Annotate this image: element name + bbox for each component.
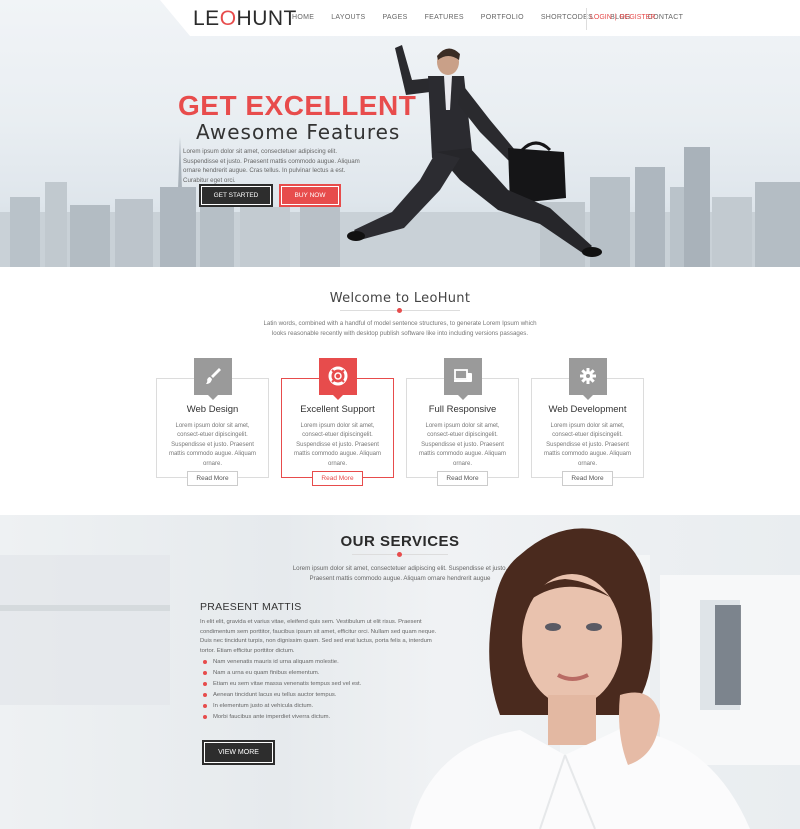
welcome-divider-dot	[397, 308, 402, 313]
auth-separator: |	[614, 14, 617, 21]
nav-item-features[interactable]: FEATURES	[425, 14, 464, 21]
jumping-businessman-image	[347, 45, 602, 257]
lifebuoy-icon	[319, 358, 357, 400]
gear-icon	[569, 358, 607, 400]
list-item: Nam a urna eu quam finibus elementum.	[203, 668, 361, 679]
list-item: Aenean tincidunt lacus eu tellus auctor …	[203, 690, 361, 701]
services-title: OUR SERVICES	[340, 533, 460, 550]
read-more-button[interactable]: Read More	[562, 471, 613, 486]
services-text: Lorem ipsum dolor sit amet, consectetuer…	[292, 565, 508, 582]
feature-title: Full Responsive	[428, 404, 497, 415]
list-item: Morbi faucibus ante imperdiet viverra di…	[203, 712, 361, 723]
service-bullet-list: Nam venenatis mauris id urna aliquam mol…	[203, 657, 361, 722]
feature-text: Lorem ipsum dolor sit amet, consect-etue…	[543, 423, 632, 467]
praesent-mattis-text: In elit elit, gravida et varius vitae, e…	[200, 619, 437, 654]
feature-text: Lorem ipsum dolor sit amet, consect-etue…	[418, 423, 507, 467]
nav-item-pages[interactable]: PAGES	[382, 14, 407, 21]
praesent-mattis-title: PRAESENT MATTIS	[200, 601, 302, 613]
get-started-button[interactable]: GET STARTED	[201, 186, 271, 205]
register-link[interactable]: REGISTER	[620, 14, 656, 21]
read-more-button[interactable]: Read More	[187, 471, 238, 486]
welcome-text: Latin words, combined with a handful of …	[263, 320, 537, 337]
list-item: Etiam eu sem vitae massa venenatis tempu…	[203, 679, 361, 690]
list-item: Nam venenatis mauris id urna aliquam mol…	[203, 657, 361, 668]
feature-text: Lorem ipsum dolor sit amet, consect-etue…	[168, 423, 257, 467]
nav-divider	[586, 8, 587, 30]
nav-item-home[interactable]: HOME	[292, 14, 314, 21]
feature-title: Web Design	[186, 404, 239, 415]
read-more-button[interactable]: Read More	[312, 471, 363, 486]
feature-title: Web Development	[548, 404, 627, 415]
view-more-button[interactable]: VIEW MORE	[204, 742, 273, 763]
feature-title: Excellent Support	[300, 404, 375, 415]
services-section	[0, 515, 800, 829]
hero-banner: LEOHUNT HOME LAYOUTS PAGES FEATURES PORT…	[0, 0, 800, 267]
read-more-button[interactable]: Read More	[437, 471, 488, 486]
auth-links: LOGIN | REGISTER	[590, 14, 655, 21]
welcome-title: Welcome to LeoHunt	[329, 291, 471, 306]
services-divider-dot	[397, 552, 402, 557]
list-item: In elementum justo at vehicula dictum.	[203, 701, 361, 712]
devices-icon	[444, 358, 482, 400]
nav-item-portfolio[interactable]: PORTFOLIO	[481, 14, 524, 21]
buy-now-button[interactable]: BUY NOW	[281, 186, 339, 205]
site-logo[interactable]: LEOHUNT	[193, 7, 297, 31]
nav-item-layouts[interactable]: LAYOUTS	[331, 14, 365, 21]
woman-portrait-image	[410, 528, 750, 829]
feature-text: Lorem ipsum dolor sit amet, consect-etue…	[293, 423, 382, 467]
login-link[interactable]: LOGIN	[590, 14, 612, 21]
brush-icon	[194, 358, 232, 400]
